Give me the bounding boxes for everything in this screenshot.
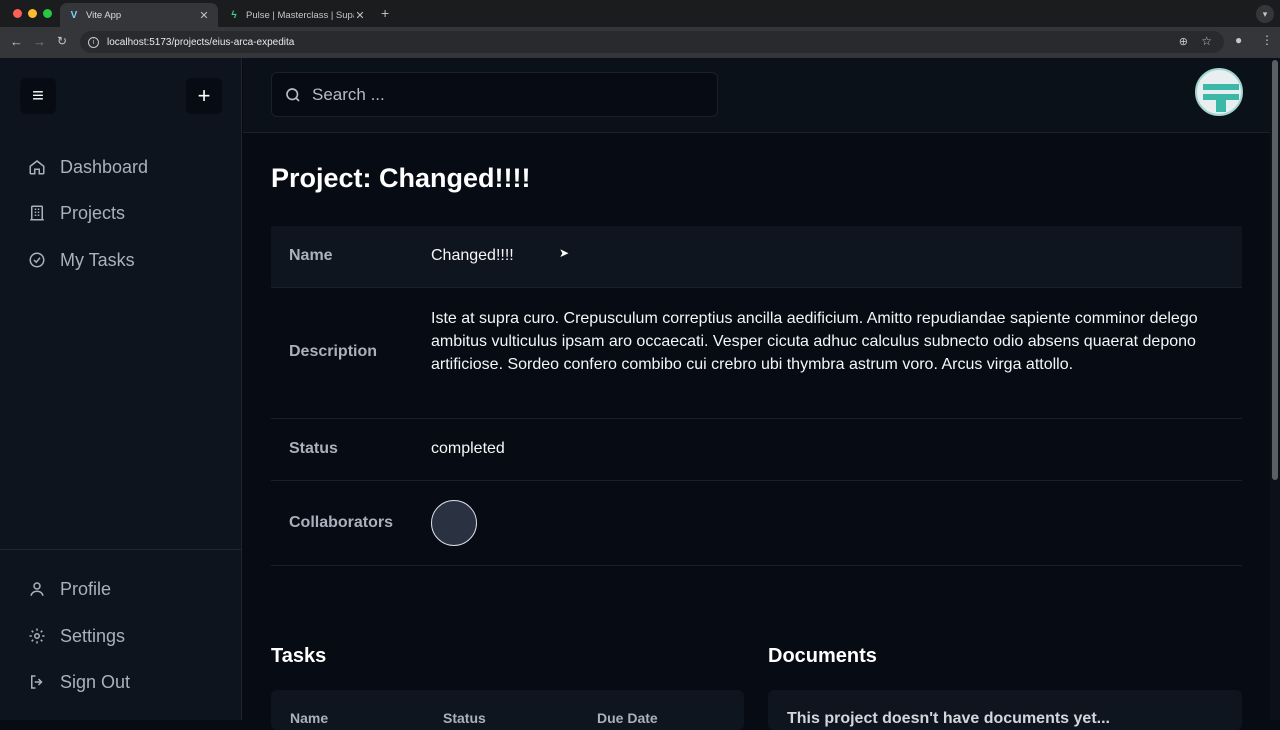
column-header-status[interactable]: Status xyxy=(443,710,486,726)
close-window-button[interactable] xyxy=(13,9,22,18)
tab-title: Vite App xyxy=(86,9,122,21)
status-label: Status xyxy=(289,440,338,457)
sidebar-top: ≡ + xyxy=(20,78,222,114)
menu-button[interactable]: ≡ xyxy=(20,78,56,114)
info-icon[interactable]: i xyxy=(88,36,99,48)
sidebar-item-settings[interactable]: Settings xyxy=(28,624,125,648)
name-label: Name xyxy=(289,247,333,264)
details-row-status: Status completed xyxy=(271,419,1242,481)
address-bar[interactable]: i localhost:5173/projects/eius-arca-expe… xyxy=(80,31,1224,53)
bookmark-star-icon[interactable]: ☆ xyxy=(1201,34,1212,48)
reload-icon[interactable]: ↻ xyxy=(57,34,67,48)
more-icon[interactable]: ⋮ xyxy=(1261,33,1273,47)
sidebar-item-dashboard[interactable]: Dashboard xyxy=(28,155,148,179)
sidebar: ≡ + Dashboard Projects My Tasks Profile … xyxy=(0,58,242,720)
documents-empty-message: This project doesn't have documents yet.… xyxy=(787,710,1110,727)
collaborator-avatar[interactable] xyxy=(431,500,477,546)
sidebar-item-sign-out[interactable]: Sign Out xyxy=(28,670,130,694)
browser-chrome: V Vite App ✕ ϟ Pulse | Masterclass | Sup… xyxy=(0,0,1280,58)
collaborators-label: Collaborators xyxy=(289,514,394,531)
sidebar-item-label: My Tasks xyxy=(60,249,135,270)
page-title: Project: Changed!!!! xyxy=(271,163,531,193)
tasks-table: Name Status Due Date xyxy=(271,690,744,730)
scrollbar-thumb[interactable] xyxy=(1272,60,1278,480)
documents-panel: This project doesn't have documents yet.… xyxy=(768,690,1242,730)
chevron-down-icon[interactable]: ▾ xyxy=(1256,5,1274,23)
zoom-icon[interactable]: ⊕ xyxy=(1179,35,1188,48)
close-icon[interactable]: ✕ xyxy=(198,9,210,22)
sidebar-item-label: Dashboard xyxy=(60,156,149,177)
scrollbar[interactable] xyxy=(1270,58,1280,720)
url-text: localhost:5173/projects/eius-arca-expedi… xyxy=(107,36,295,48)
building-icon xyxy=(30,205,44,221)
tab-title: Pulse | Masterclass | Supabase xyxy=(246,9,354,21)
sidebar-item-label: Settings xyxy=(60,625,126,646)
details-row-name: Name Changed!!!! ➤ xyxy=(271,226,1242,288)
sidebar-item-profile[interactable]: Profile xyxy=(28,577,111,601)
hamburger-icon: ≡ xyxy=(32,84,44,107)
check-circle-icon xyxy=(29,252,45,268)
mouse-cursor-icon: ➤ xyxy=(559,246,570,260)
details-row-collaborators: Collaborators xyxy=(271,481,1242,566)
back-icon[interactable]: ← xyxy=(10,34,23,49)
forward-icon[interactable]: → xyxy=(33,34,46,49)
plus-icon: + xyxy=(197,83,211,108)
search-icon xyxy=(286,87,300,102)
vite-icon: V xyxy=(70,9,78,21)
minimize-window-button[interactable] xyxy=(28,9,37,18)
sidebar-item-my-tasks[interactable]: My Tasks xyxy=(28,248,135,272)
name-value[interactable]: Changed!!!! xyxy=(431,247,514,265)
gear-icon xyxy=(29,628,45,644)
sidebar-item-projects[interactable]: Projects xyxy=(28,201,125,225)
tab-pulse[interactable]: ϟ Pulse | Masterclass | Supabase ✕ xyxy=(220,3,374,27)
search-input[interactable] xyxy=(312,84,692,105)
app: ≡ + Dashboard Projects My Tasks Profile … xyxy=(0,58,1280,730)
maximize-window-button[interactable] xyxy=(43,9,52,18)
sign-out-icon xyxy=(31,675,43,689)
description-label: Description xyxy=(289,343,378,360)
user-avatar[interactable] xyxy=(1195,68,1243,116)
sidebar-divider xyxy=(0,549,242,550)
user-icon xyxy=(30,582,44,596)
close-icon[interactable]: ✕ xyxy=(354,9,366,22)
sidebar-item-label: Projects xyxy=(60,202,126,223)
add-button[interactable]: + xyxy=(186,78,222,114)
description-value[interactable]: Iste at supra curo. Crepusculum correpti… xyxy=(431,307,1221,376)
sidebar-item-label: Profile xyxy=(60,578,112,599)
documents-title: Documents xyxy=(768,645,877,667)
column-header-name[interactable]: Name xyxy=(290,710,328,726)
tab-vite-app[interactable]: V Vite App ✕ xyxy=(60,3,218,27)
home-icon xyxy=(29,160,45,175)
supabase-icon: ϟ xyxy=(231,9,237,21)
search-box xyxy=(271,72,718,117)
tab-bar: V Vite App ✕ ϟ Pulse | Masterclass | Sup… xyxy=(0,0,1280,27)
sidebar-item-label: Sign Out xyxy=(60,671,131,692)
tasks-title: Tasks xyxy=(271,645,327,667)
main-content: Project: Changed!!!! Name Changed!!!! ➤ … xyxy=(271,133,1242,730)
status-value[interactable]: completed xyxy=(431,440,505,458)
profile-icon[interactable]: ● xyxy=(1235,33,1242,47)
column-header-due-date[interactable]: Due Date xyxy=(597,710,658,726)
top-bar xyxy=(243,58,1270,133)
new-tab-icon[interactable]: + xyxy=(381,5,389,21)
details-row-description: Description Iste at supra curo. Crepuscu… xyxy=(271,288,1242,419)
browser-toolbar: ← → ↻ i localhost:5173/projects/eius-arc… xyxy=(0,27,1280,58)
